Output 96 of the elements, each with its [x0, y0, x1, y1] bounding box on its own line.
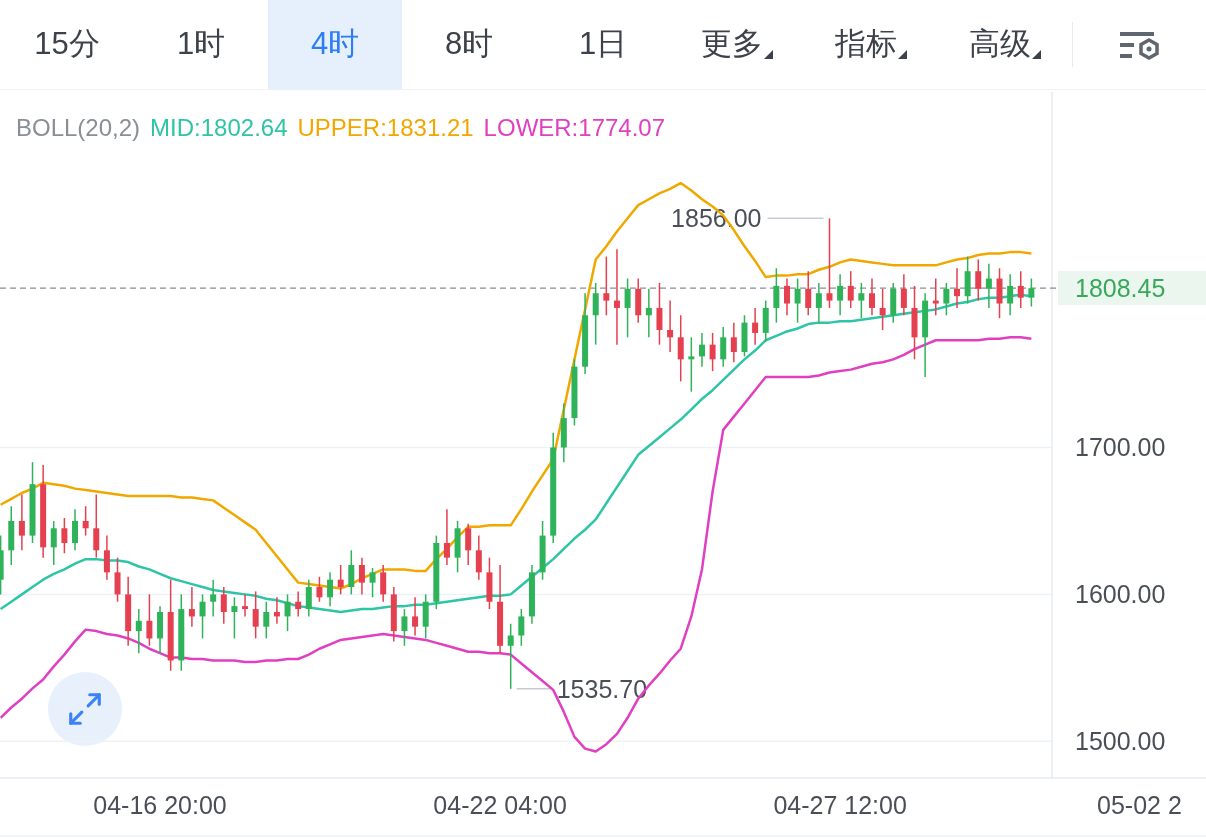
axis-label: 04-16 20:00 — [93, 791, 227, 819]
candlestick — [348, 549, 355, 596]
candlestick — [284, 593, 291, 632]
candlestick — [327, 571, 334, 607]
timeframe-tab[interactable]: 8时 — [402, 0, 536, 89]
candlestick — [667, 299, 674, 353]
candlestick — [199, 593, 206, 640]
candlestick — [401, 608, 408, 647]
candlestick — [794, 277, 801, 324]
candlestick — [465, 523, 472, 566]
candlestick — [985, 263, 992, 309]
candlestick — [815, 282, 822, 324]
indicator-label: BOLL(20,2) — [16, 113, 141, 143]
candlestick — [943, 282, 950, 317]
candlestick — [114, 556, 121, 603]
leader-line — [766, 217, 825, 220]
candlestick — [210, 578, 217, 618]
candlestick — [82, 505, 89, 537]
candlestick — [61, 517, 68, 554]
candlestick — [1028, 277, 1035, 308]
candlestick — [879, 288, 886, 331]
candlestick — [752, 307, 759, 346]
axis-label: 04-22 04:00 — [433, 791, 567, 819]
indicator-value: LOWER:1774.07 — [483, 113, 666, 143]
candlestick — [1017, 270, 1024, 309]
candlestick — [380, 564, 387, 603]
indicator-value: UPPER:1831.21 — [297, 113, 474, 143]
dropdown-tab[interactable]: 更多 — [670, 0, 804, 89]
candlestick — [613, 248, 620, 346]
expand-icon — [66, 690, 104, 728]
candlestick — [858, 282, 865, 319]
candlestick — [837, 273, 844, 317]
candlestick — [50, 520, 57, 566]
candlestick — [783, 277, 790, 317]
dropdown-tab[interactable]: 高级 — [938, 0, 1072, 89]
candlestick — [900, 273, 907, 317]
candlestick — [773, 267, 780, 324]
candlestick — [507, 623, 514, 690]
indicator-value: MID:1802.64 — [150, 113, 288, 143]
candlestick — [677, 314, 684, 383]
candlestick — [188, 586, 195, 628]
candlestick — [273, 596, 280, 625]
candlestick — [295, 590, 302, 618]
dropdown-tab[interactable]: 指标 — [804, 0, 938, 89]
candlestick — [369, 567, 376, 599]
candlestick — [518, 608, 525, 647]
candlestick — [656, 282, 663, 346]
candlestick — [624, 277, 631, 339]
candlestick — [847, 270, 854, 309]
candlestick — [135, 608, 142, 654]
low-price-label: 1535.70 — [556, 674, 648, 703]
timeframe-tab[interactable]: 1日 — [536, 0, 670, 89]
candlestick — [93, 493, 100, 559]
candlestick — [975, 258, 982, 302]
candlestick — [826, 217, 833, 309]
candlestick — [18, 493, 25, 552]
candlestick — [709, 332, 716, 372]
caret-icon — [1032, 50, 1041, 59]
candlestick — [954, 267, 960, 309]
axis-label: 1700.00 — [1075, 433, 1166, 462]
caret-icon — [764, 50, 773, 59]
candlestick — [1007, 273, 1014, 317]
candlestick — [805, 270, 812, 317]
candlestick — [720, 326, 727, 368]
axis-label: 05-02 2 — [1097, 791, 1182, 819]
candlestick — [263, 600, 270, 640]
candlestick — [603, 255, 610, 317]
price-badge: 1808.45 — [1058, 271, 1206, 306]
candlestick — [231, 596, 238, 640]
candlestick — [316, 576, 323, 603]
axis-label: 04-27 12:00 — [773, 791, 907, 819]
candlestick — [103, 534, 110, 581]
caret-icon — [898, 50, 907, 59]
candlestick — [475, 534, 482, 581]
candlestick — [72, 508, 79, 552]
candlestick — [220, 586, 227, 625]
candlestick — [146, 593, 153, 647]
timeframe-tab[interactable]: 1时 — [134, 0, 268, 89]
timeframe-tab[interactable]: 15分 — [0, 0, 134, 89]
candlestick — [242, 593, 249, 618]
candlestick — [443, 508, 450, 566]
candlestick — [305, 578, 312, 618]
candlestick — [698, 332, 705, 368]
candlestick — [730, 321, 737, 364]
candlestick — [868, 277, 875, 317]
leader-line — [515, 688, 554, 690]
candlestick — [592, 282, 599, 346]
axis-label: 1600.00 — [1075, 580, 1166, 609]
candlestick — [358, 556, 365, 596]
candlestick — [252, 590, 259, 640]
candlestick — [688, 336, 695, 393]
axis-label: 1500.00 — [1075, 727, 1166, 756]
candlestick — [337, 564, 344, 596]
candlestick — [645, 288, 652, 339]
candlestick — [412, 596, 419, 637]
candlestick — [932, 277, 939, 317]
